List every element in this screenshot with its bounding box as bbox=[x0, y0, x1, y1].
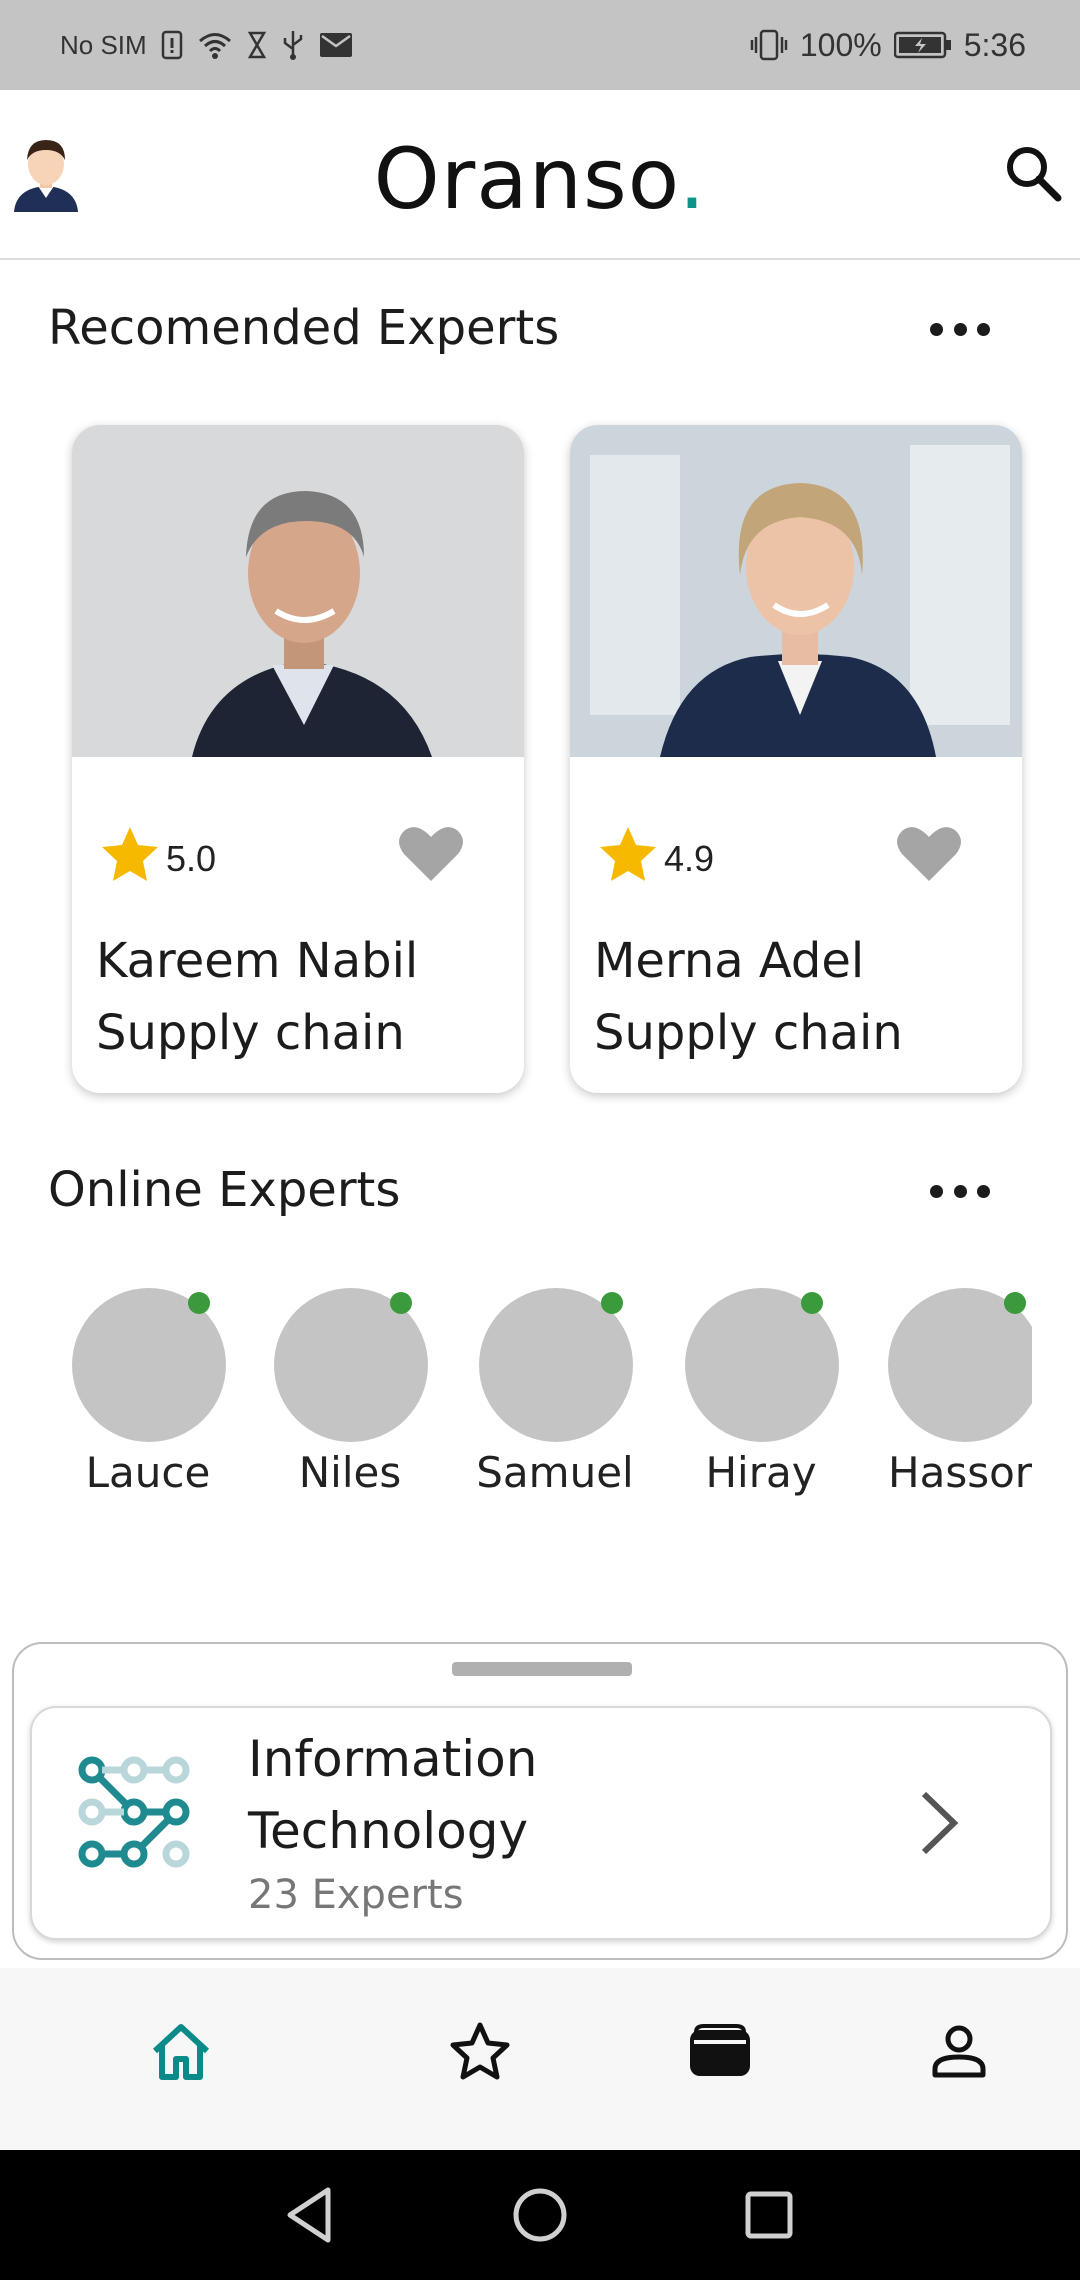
expert-photo bbox=[570, 425, 1022, 757]
expert-field: Supply chain bbox=[594, 1005, 903, 1061]
brand-name: Oranso bbox=[373, 130, 679, 228]
brand-dot: . bbox=[678, 130, 707, 228]
category-bottom-sheet: Information Technology 23 Experts bbox=[12, 1642, 1068, 1960]
nav-favorites[interactable] bbox=[445, 2018, 515, 2088]
mail-icon bbox=[319, 32, 353, 58]
expert-photo bbox=[72, 425, 524, 757]
wallet-icon bbox=[688, 2023, 752, 2083]
bottom-navigation bbox=[0, 1968, 1080, 2150]
online-status-dot bbox=[1004, 1292, 1026, 1314]
category-count: 23 Experts bbox=[248, 1872, 464, 1918]
category-card[interactable]: Information Technology 23 Experts bbox=[30, 1706, 1052, 1940]
app-bar: Oranso. bbox=[0, 90, 1080, 260]
nav-wallet[interactable] bbox=[685, 2018, 755, 2088]
home-circle-icon[interactable] bbox=[505, 2180, 575, 2250]
search-icon[interactable] bbox=[1002, 142, 1066, 206]
expert-name: Merna Adel bbox=[594, 933, 865, 989]
rating: 5.0 bbox=[100, 825, 216, 892]
nav-home[interactable] bbox=[146, 2018, 216, 2088]
category-title-line1: Information bbox=[248, 1730, 538, 1788]
usb-icon bbox=[281, 29, 305, 61]
rating-value: 5.0 bbox=[166, 837, 217, 879]
online-status-dot bbox=[188, 1292, 210, 1314]
home-icon bbox=[149, 2021, 213, 2086]
online-expert-name: Lauce bbox=[85, 1448, 211, 1497]
network-nodes-icon bbox=[76, 1752, 196, 1872]
chevron-right-icon[interactable] bbox=[914, 1788, 964, 1858]
profile-icon bbox=[931, 2023, 987, 2084]
clock: 5:36 bbox=[963, 26, 1026, 63]
carrier-label: No SIM bbox=[60, 29, 147, 60]
online-expert-name: Hassor bbox=[888, 1448, 1032, 1497]
sim-alert-icon bbox=[161, 30, 183, 60]
battery-charging-icon bbox=[893, 31, 952, 59]
status-right: 100% 5:36 bbox=[750, 0, 1026, 90]
online-experts-list: Lauce Niles Samuel Hiray Hassor bbox=[0, 1270, 1032, 1510]
online-status-dot bbox=[390, 1292, 412, 1314]
vibrate-icon bbox=[750, 29, 788, 61]
online-status-dot bbox=[601, 1292, 623, 1314]
online-expert-name: Niles bbox=[298, 1448, 402, 1497]
favorite-heart-icon[interactable] bbox=[896, 823, 962, 883]
system-navigation-bar bbox=[0, 2150, 1080, 2280]
battery-percent: 100% bbox=[799, 26, 882, 63]
star-icon bbox=[100, 825, 160, 892]
wifi-icon bbox=[197, 30, 233, 60]
expert-field: Supply chain bbox=[96, 1005, 405, 1061]
nav-profile[interactable] bbox=[924, 2018, 994, 2088]
expert-card[interactable]: 4.9 Merna Adel Supply chain bbox=[570, 425, 1022, 1093]
recommended-more-icon[interactable] bbox=[930, 314, 990, 344]
rating: 4.9 bbox=[598, 825, 714, 892]
star-icon bbox=[449, 2021, 511, 2086]
hourglass-icon bbox=[247, 31, 267, 59]
expert-card[interactable]: 5.0 Kareem Nabil Supply chain bbox=[72, 425, 524, 1093]
online-expert-name: Samuel bbox=[476, 1448, 634, 1497]
favorite-heart-icon[interactable] bbox=[398, 823, 464, 883]
rating-value: 4.9 bbox=[664, 837, 715, 879]
status-bar: No SIM 100% 5:36 bbox=[0, 0, 1080, 90]
expert-name: Kareem Nabil bbox=[96, 933, 419, 989]
online-more-icon[interactable] bbox=[930, 1176, 990, 1206]
online-title: Online Experts bbox=[48, 1162, 401, 1218]
recents-square-icon[interactable] bbox=[734, 2180, 804, 2250]
brand-logo: Oranso. bbox=[0, 130, 1080, 228]
back-icon[interactable] bbox=[276, 2180, 346, 2250]
star-icon bbox=[598, 825, 658, 892]
sheet-drag-handle[interactable] bbox=[452, 1662, 632, 1676]
recommended-title: Recomended Experts bbox=[48, 300, 560, 356]
online-status-dot bbox=[801, 1292, 823, 1314]
status-left: No SIM bbox=[60, 0, 353, 90]
category-title-line2: Technology bbox=[248, 1802, 529, 1860]
online-expert-name: Hiray bbox=[705, 1448, 817, 1497]
